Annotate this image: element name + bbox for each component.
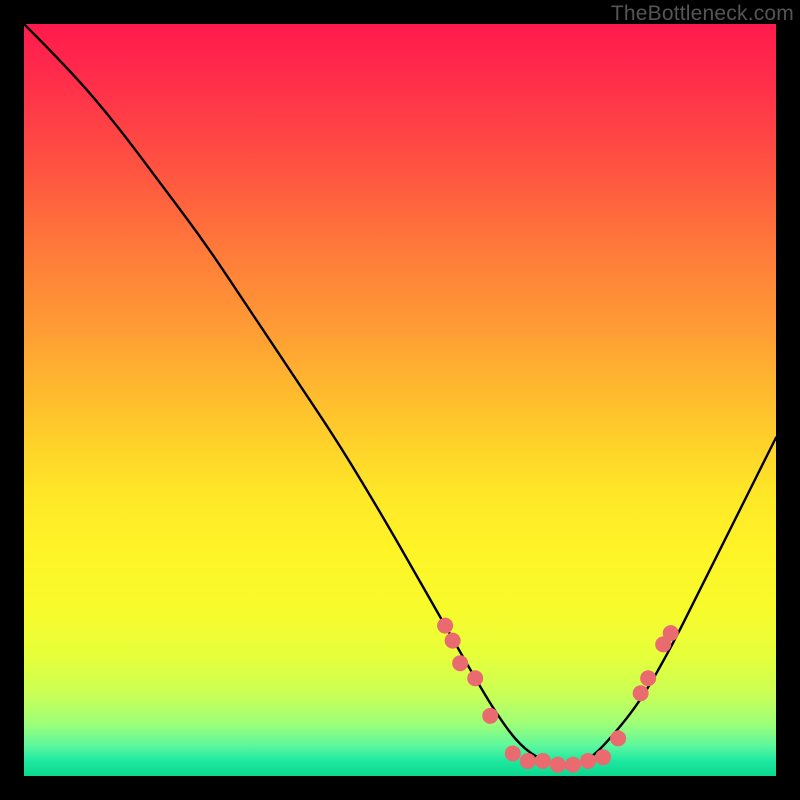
threshold-marker	[535, 753, 551, 769]
threshold-marker	[482, 708, 498, 724]
threshold-marker	[520, 753, 536, 769]
threshold-marker	[550, 757, 566, 773]
threshold-marker	[580, 753, 596, 769]
chart-svg	[24, 24, 776, 776]
threshold-marker	[610, 730, 626, 746]
threshold-marker-group	[437, 618, 679, 773]
threshold-marker	[663, 625, 679, 641]
bottleneck-curve-line	[24, 24, 776, 767]
threshold-marker	[595, 749, 611, 765]
threshold-marker	[633, 685, 649, 701]
brand-watermark: TheBottleneck.com	[611, 2, 794, 26]
threshold-marker	[565, 757, 581, 773]
threshold-marker	[437, 618, 453, 634]
threshold-marker	[445, 633, 461, 649]
chart-frame	[24, 24, 776, 776]
threshold-marker	[640, 670, 656, 686]
threshold-marker	[452, 655, 468, 671]
threshold-marker	[505, 745, 521, 761]
threshold-marker	[467, 670, 483, 686]
